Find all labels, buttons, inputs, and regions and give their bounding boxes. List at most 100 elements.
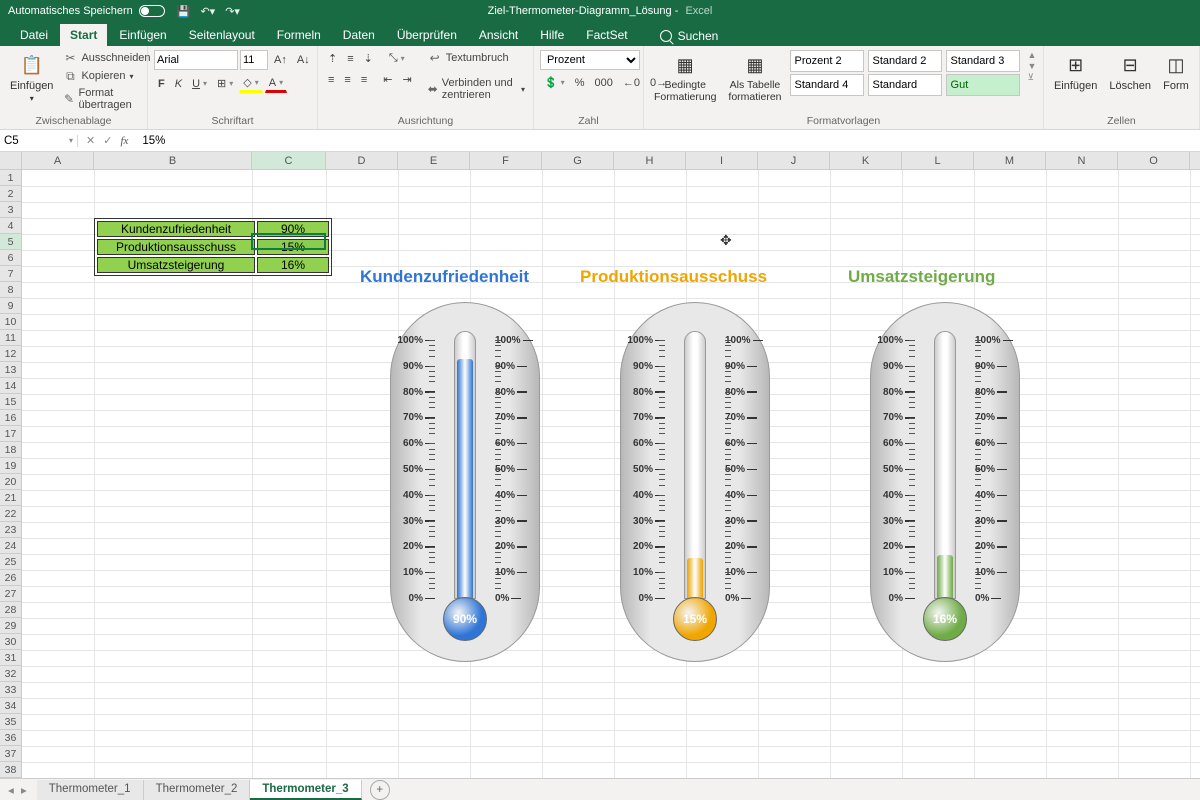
row-header[interactable]: 31 <box>0 650 22 666</box>
row-header[interactable]: 25 <box>0 554 22 570</box>
number-format-combo[interactable]: Prozent <box>540 50 640 70</box>
cell-style-prozent-2[interactable]: Prozent 2 <box>790 50 864 72</box>
align-center-icon[interactable]: ≡ <box>340 71 354 88</box>
row-header[interactable]: 24 <box>0 538 22 554</box>
fx-icon[interactable]: fx <box>120 135 128 147</box>
column-header[interactable]: L <box>902 152 974 169</box>
sheet-tab[interactable]: Thermometer_2 <box>144 780 251 800</box>
row-header[interactable]: 29 <box>0 618 22 634</box>
ribbon-tab-factset[interactable]: FactSet <box>576 24 637 46</box>
ribbon-tab-hilfe[interactable]: Hilfe <box>530 24 574 46</box>
cell-style-standard-4[interactable]: Standard 4 <box>790 74 864 96</box>
row-header[interactable]: 13 <box>0 362 22 378</box>
decrease-font-icon[interactable]: A↓ <box>293 50 314 70</box>
row-header[interactable]: 18 <box>0 442 22 458</box>
table-cell[interactable]: Produktionsausschuss <box>97 239 255 255</box>
accounting-format-icon[interactable]: 💲 <box>540 74 569 91</box>
increase-font-icon[interactable]: A↑ <box>270 50 291 70</box>
copy-button[interactable]: ⧉Kopieren▾ <box>61 68 152 84</box>
cell-style-standard[interactable]: Standard <box>868 74 942 96</box>
row-header[interactable]: 8 <box>0 282 22 298</box>
search-label[interactable]: Suchen <box>678 29 719 43</box>
ribbon-tab-einfügen[interactable]: Einfügen <box>109 24 176 46</box>
row-header[interactable]: 23 <box>0 522 22 538</box>
autosave-toggle[interactable] <box>139 5 165 17</box>
cell-style-standard-2[interactable]: Standard 2 <box>868 50 942 72</box>
ribbon-tab-daten[interactable]: Daten <box>333 24 385 46</box>
row-header[interactable]: 19 <box>0 458 22 474</box>
column-header[interactable]: G <box>542 152 614 169</box>
align-bottom-icon[interactable]: ⇣ <box>360 50 377 67</box>
redo-icon[interactable]: ↷▾ <box>225 5 240 18</box>
row-header[interactable]: 4 <box>0 218 22 234</box>
row-header[interactable]: 35 <box>0 714 22 730</box>
font-size-combo[interactable] <box>240 50 268 70</box>
row-header[interactable]: 15 <box>0 394 22 410</box>
cut-button[interactable]: ✂Ausschneiden <box>61 50 152 66</box>
thermometer-chart[interactable]: 100%90%80%70%60%50%40%30%20%10%0%100%90%… <box>870 302 1020 662</box>
name-box[interactable]: C5 <box>0 135 78 147</box>
conditional-formatting-button[interactable]: ▦Bedingte Formatierung <box>650 50 720 105</box>
align-right-icon[interactable]: ≡ <box>357 71 371 88</box>
percent-format-icon[interactable]: % <box>571 74 589 91</box>
column-header[interactable]: A <box>22 152 94 169</box>
font-color-button[interactable]: A <box>265 74 287 93</box>
row-header[interactable]: 26 <box>0 570 22 586</box>
border-button[interactable]: ⊞ <box>213 74 237 93</box>
increase-indent-icon[interactable]: ⇥ <box>398 71 415 88</box>
ribbon-tab-überprüfen[interactable]: Überprüfen <box>387 24 467 46</box>
row-header[interactable]: 9 <box>0 298 22 314</box>
column-header[interactable]: O <box>1118 152 1190 169</box>
add-sheet-button[interactable]: + <box>370 780 390 800</box>
column-header[interactable]: B <box>94 152 252 169</box>
increase-decimal-icon[interactable]: ←0 <box>619 74 644 91</box>
undo-icon[interactable]: ↶▾ <box>200 5 215 18</box>
worksheet-grid[interactable]: ABCDEFGHIJKLMNO 123456789101112131415161… <box>0 152 1200 787</box>
styles-up-icon[interactable]: ▲ <box>1028 50 1037 60</box>
save-icon[interactable]: 💾 <box>177 5 191 18</box>
column-header[interactable]: D <box>326 152 398 169</box>
align-middle-icon[interactable]: ≡ <box>343 50 357 67</box>
delete-cells-button[interactable]: ⊟Löschen <box>1105 50 1155 94</box>
row-header[interactable]: 34 <box>0 698 22 714</box>
ribbon-tab-formeln[interactable]: Formeln <box>267 24 331 46</box>
styles-down-icon[interactable]: ▼ <box>1028 61 1037 71</box>
ribbon-tab-start[interactable]: Start <box>60 24 107 46</box>
sheet-tab[interactable]: Thermometer_1 <box>37 780 144 800</box>
row-header[interactable]: 10 <box>0 314 22 330</box>
select-all-corner[interactable] <box>0 152 22 169</box>
row-header[interactable]: 33 <box>0 682 22 698</box>
column-header[interactable]: F <box>470 152 542 169</box>
row-header[interactable]: 27 <box>0 586 22 602</box>
formula-input[interactable]: 15% <box>136 135 1200 147</box>
ribbon-tab-datei[interactable]: Datei <box>10 24 58 46</box>
row-header[interactable]: 22 <box>0 506 22 522</box>
row-header[interactable]: 30 <box>0 634 22 650</box>
thermometer-chart[interactable]: 100%90%80%70%60%50%40%30%20%10%0%100%90%… <box>390 302 540 662</box>
fill-color-button[interactable]: ◇ <box>239 74 262 93</box>
row-header[interactable]: 37 <box>0 746 22 762</box>
cancel-formula-icon[interactable]: ✕ <box>86 134 95 147</box>
row-header[interactable]: 28 <box>0 602 22 618</box>
table-cell[interactable]: 16% <box>257 257 329 273</box>
row-header[interactable]: 5 <box>0 234 22 250</box>
comma-format-icon[interactable]: 000 <box>590 74 616 91</box>
cell-style-standard-3[interactable]: Standard 3 <box>946 50 1020 72</box>
column-header[interactable]: K <box>830 152 902 169</box>
table-cell[interactable]: Umsatzsteigerung <box>97 257 255 273</box>
align-left-icon[interactable]: ≡ <box>324 71 338 88</box>
row-header[interactable]: 7 <box>0 266 22 282</box>
orientation-icon[interactable]: ⤡ <box>385 50 409 67</box>
cell-style-gut[interactable]: Gut <box>946 74 1020 96</box>
insert-cells-button[interactable]: ⊞Einfügen <box>1050 50 1101 94</box>
row-header[interactable]: 14 <box>0 378 22 394</box>
row-header[interactable]: 38 <box>0 762 22 778</box>
format-painter-button[interactable]: ✎Format übertragen <box>61 86 152 112</box>
row-header[interactable]: 16 <box>0 410 22 426</box>
ribbon-tab-seitenlayout[interactable]: Seitenlayout <box>179 24 265 46</box>
column-header[interactable]: I <box>686 152 758 169</box>
column-header[interactable]: C <box>252 152 326 169</box>
format-as-table-button[interactable]: ▦Als Tabelle formatieren <box>724 50 785 105</box>
font-name-combo[interactable] <box>154 50 238 70</box>
thermometer-chart[interactable]: 100%90%80%70%60%50%40%30%20%10%0%100%90%… <box>620 302 770 662</box>
